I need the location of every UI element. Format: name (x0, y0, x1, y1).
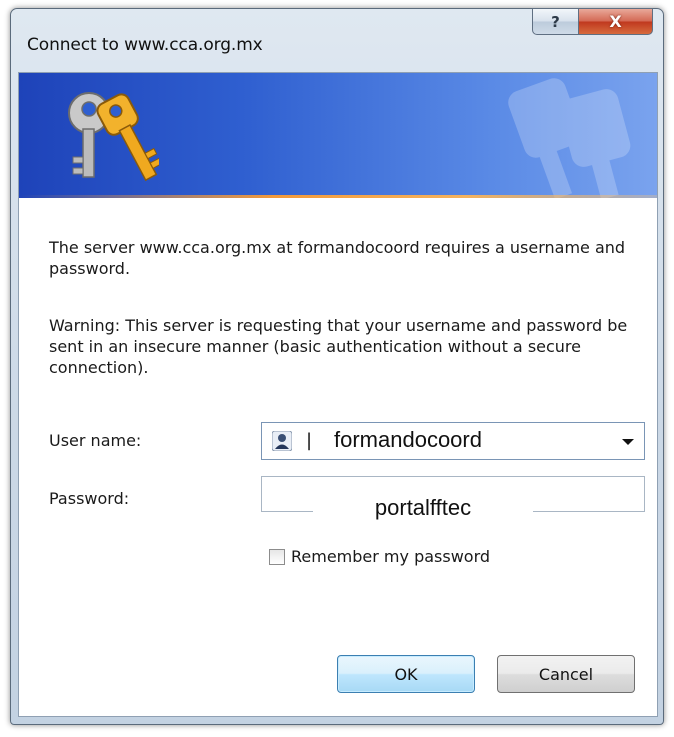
password-label: Password: (49, 489, 130, 508)
help-button[interactable]: ? (532, 8, 579, 35)
remember-checkbox[interactable] (269, 548, 285, 565)
banner-accent-line (19, 195, 657, 198)
credentials-dialog: Connect to www.cca.org.mx ? X The server… (10, 8, 664, 725)
remember-label: Remember my password (291, 547, 491, 566)
remember-password[interactable]: Remember my password (269, 547, 490, 566)
username-label: User name: (49, 431, 142, 450)
cancel-button[interactable]: Cancel (497, 655, 635, 693)
chevron-down-icon[interactable] (622, 439, 634, 445)
help-icon: ? (551, 12, 560, 31)
server-message: The server www.cca.org.mx at formandocoo… (49, 238, 626, 278)
keys-icon (68, 92, 159, 182)
warning-message: Warning: This server is requesting that … (49, 316, 628, 377)
ok-button[interactable]: OK (337, 655, 475, 693)
text-cursor: | (306, 430, 313, 451)
user-icon (272, 431, 292, 451)
title-bar[interactable]: Connect to www.cca.org.mx ? X (11, 8, 663, 73)
username-combobox[interactable]: | formandocoord (261, 422, 645, 460)
window-title: Connect to www.cca.org.mx (27, 35, 263, 55)
password-value: portalfftec (313, 491, 533, 525)
dialog-content: The server www.cca.org.mx at formandocoo… (18, 72, 658, 717)
close-button[interactable]: X (578, 8, 653, 35)
banner (19, 73, 657, 198)
keys-watermark-icon (508, 78, 631, 198)
username-value: formandocoord (334, 427, 482, 452)
close-icon: X (609, 12, 622, 31)
